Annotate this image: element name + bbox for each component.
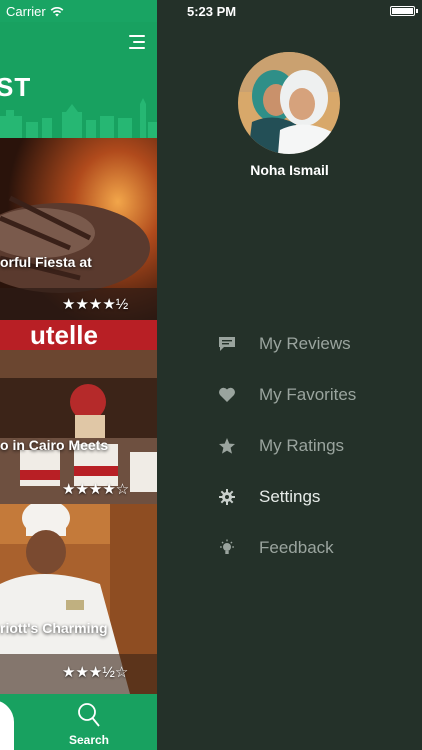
wifi-icon [50, 6, 64, 16]
card-title: orful Fiesta at [0, 254, 92, 270]
home-tab-button[interactable] [0, 700, 14, 750]
search-icon [78, 703, 100, 727]
rating-stars: ★★★★½ [62, 296, 129, 313]
side-drawer: 5:23 PM Noha Ismail My Reviews My Favori… [157, 0, 422, 750]
svg-text:utelle: utelle [30, 320, 98, 350]
tab-search[interactable]: Search [57, 694, 121, 750]
carrier-label: Carrier [6, 3, 46, 19]
status-bar-right: 5:23 PM [157, 0, 422, 22]
gear-icon [217, 487, 237, 507]
profile-photo [238, 52, 340, 154]
lightbulb-icon [217, 538, 237, 558]
feed-card[interactable]: utelle o in Cairo Meets ★★★★☆ [0, 320, 157, 504]
grilled-steak-photo [0, 138, 157, 320]
menu-item-settings[interactable]: Settings [217, 481, 417, 513]
menu-item-my-ratings[interactable]: My Ratings [217, 430, 417, 462]
menu-item-feedback[interactable]: Feedback [217, 532, 417, 564]
star-icon [217, 436, 237, 456]
hamburger-menu-icon[interactable] [127, 35, 145, 49]
status-bar-left: Carrier [0, 0, 157, 22]
nutella-shop-photo: utelle [0, 320, 157, 504]
card-title: o in Cairo Meets [0, 437, 109, 453]
menu-item-label: My Ratings [259, 436, 345, 455]
main-content: Carrier ST orful Fiesta at ★★★★½ utelle … [0, 0, 157, 750]
avatar[interactable] [238, 52, 340, 154]
search-tab-label: Search [68, 733, 110, 747]
rating-stars: ★★★★☆ [62, 481, 130, 498]
card-title: riott's Charming [0, 620, 108, 636]
menu-item-label: My Favorites [259, 385, 357, 404]
feed-card[interactable]: orful Fiesta at ★★★★½ [0, 138, 157, 320]
menu-item-label: My Reviews [259, 334, 351, 353]
rating-stars: ★★★½☆ [62, 664, 129, 681]
feed-card[interactable]: riott's Charming ★★★½☆ [0, 504, 157, 694]
menu-item-my-favorites[interactable]: My Favorites [217, 379, 417, 411]
app-header: ST [0, 22, 157, 138]
menu-item-label: Settings [259, 487, 321, 506]
user-name: Noha Ismail [250, 162, 329, 178]
chat-bubble-icon [217, 334, 237, 354]
battery-icon [390, 6, 418, 16]
city-skyline-illustration [0, 98, 157, 138]
menu-item-my-reviews[interactable]: My Reviews [217, 328, 417, 360]
tab-bar: Search [0, 694, 157, 750]
heart-icon [217, 385, 237, 405]
menu-item-label: Feedback [259, 538, 334, 557]
status-time: 5:23 PM [187, 4, 237, 19]
